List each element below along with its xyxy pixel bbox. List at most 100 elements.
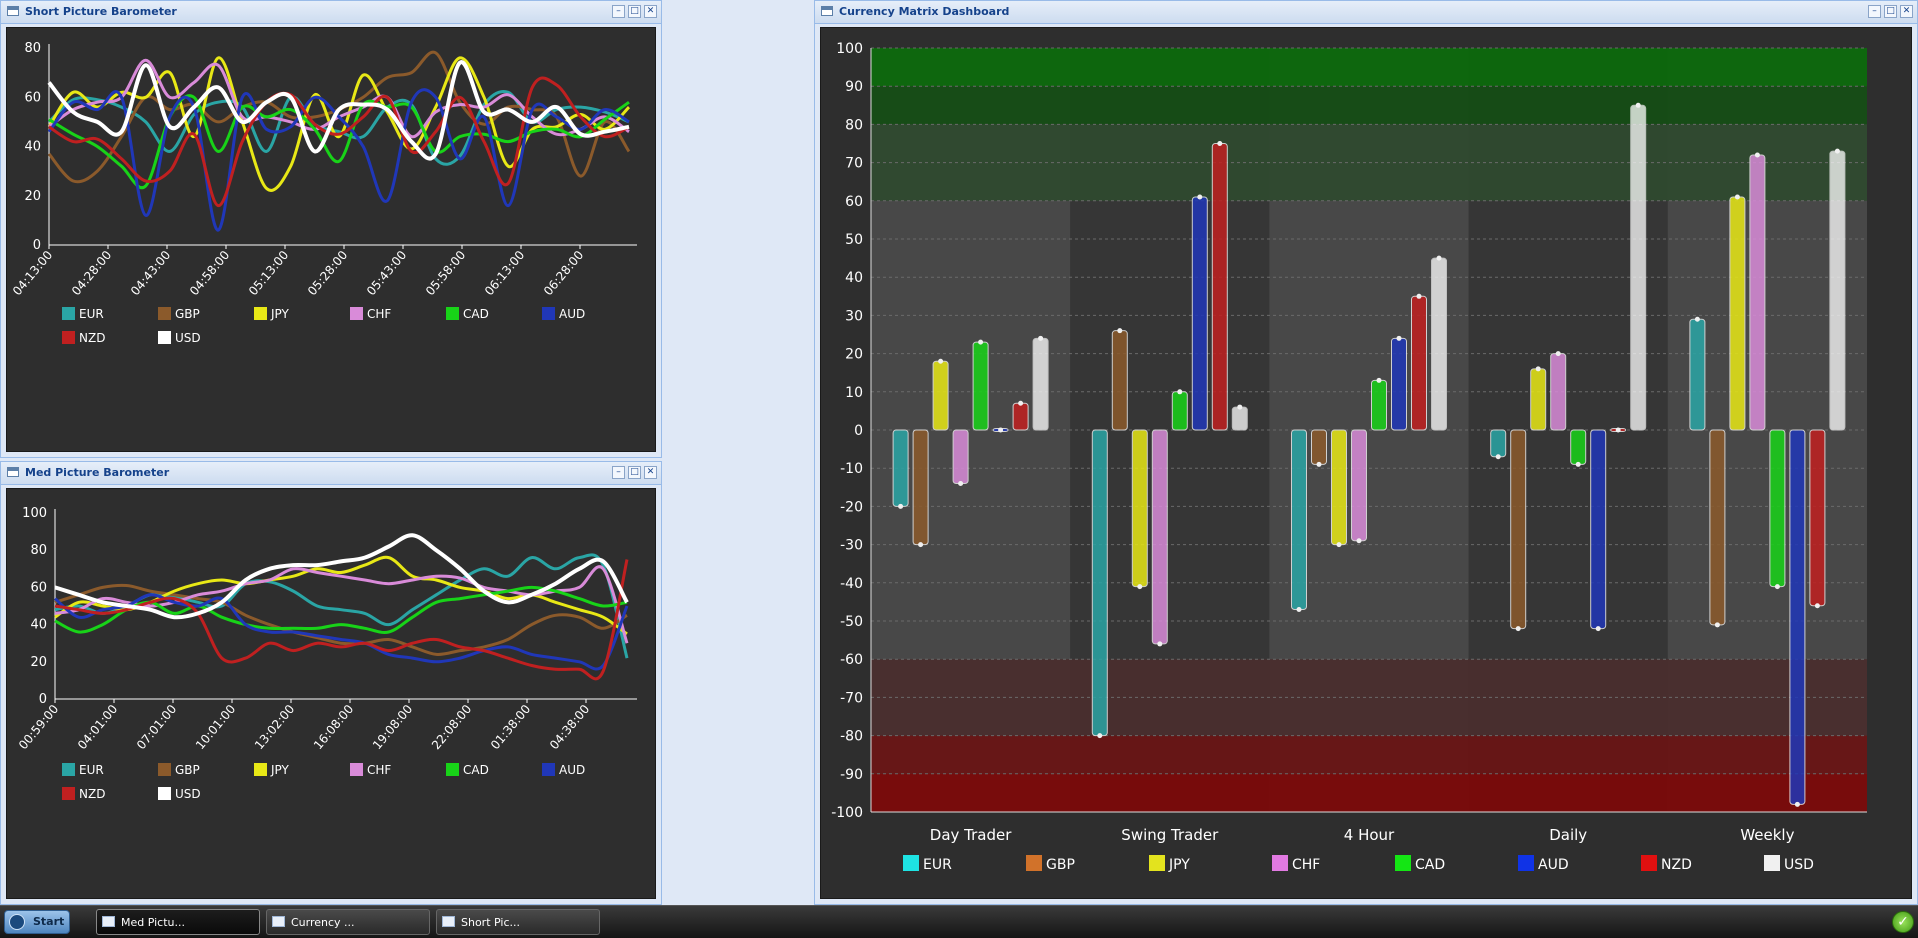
currency-matrix-window: Currency Matrix Dashboard – □ ✕ -100 -90-…	[814, 0, 1918, 905]
maximize-icon[interactable]: □	[628, 466, 641, 479]
bar-marker	[1097, 733, 1103, 739]
med-picture-chart: 0 20 40 60 80 100 00:59:00 04:01:00 07:01:00 10:0…	[16, 506, 637, 801]
y-tick-label: 0	[33, 238, 41, 253]
legend-label-cad: CAD	[463, 763, 489, 777]
bar-marker	[978, 339, 984, 345]
legend-swatch-cad	[446, 307, 459, 320]
bar-nzd	[1809, 429, 1826, 607]
power-icon	[9, 914, 25, 930]
x-tick-label: 04:01:00	[75, 702, 120, 752]
legend-swatch-gbp	[1026, 855, 1042, 871]
bar-marker	[998, 427, 1004, 433]
legend-swatch-nzd	[62, 787, 75, 800]
legend-swatch-gbp	[158, 763, 171, 776]
y-tick-label: 0	[39, 692, 47, 707]
close-icon[interactable]: ✕	[644, 466, 657, 479]
legend-swatch-jpy	[254, 307, 267, 320]
window-icon	[102, 916, 115, 927]
bar-eur	[1091, 429, 1108, 737]
bar-gbp	[1510, 429, 1527, 630]
legend-swatch-nzd	[1641, 855, 1657, 871]
legend-label-nzd: NZD	[1661, 857, 1692, 873]
legend-swatch-eur	[903, 855, 919, 871]
y-tick-label: 80	[845, 117, 863, 133]
x-tick-label: 06:13:00	[482, 248, 527, 298]
taskbar-item-short-picture[interactable]: Short Pic...	[436, 909, 600, 935]
bar-gbp	[1311, 429, 1327, 465]
bar-jpy	[1729, 196, 1746, 431]
y-tick-label: 80	[24, 41, 41, 56]
window-icon	[442, 916, 455, 927]
currency-matrix-titlebar[interactable]: Currency Matrix Dashboard – □ ✕	[815, 1, 1917, 24]
currency-matrix-body: -100 -90 -80 -70 -60 -50 -40 -30 -20 -10 0 10 20 30 40…	[820, 27, 1912, 899]
y-tick-label: 30	[845, 308, 863, 324]
bar-nzd	[1411, 295, 1427, 431]
status-ok-icon[interactable]: ✓	[1892, 911, 1914, 933]
y-tick-label: -70	[840, 690, 863, 706]
start-button[interactable]: Start	[4, 910, 70, 934]
close-icon[interactable]: ✕	[644, 5, 657, 18]
y-tick-label: 40	[30, 618, 47, 633]
bar-marker	[1356, 538, 1362, 544]
window-icon	[7, 467, 19, 477]
taskbar-item-med-picture[interactable]: Med Pictu...	[96, 909, 260, 935]
bar-marker	[1416, 293, 1422, 299]
taskbar-item-currency-matrix[interactable]: Currency ...	[266, 909, 430, 935]
minimize-icon[interactable]: –	[1868, 5, 1881, 18]
bar-marker	[898, 503, 904, 509]
med-picture-body: 0 20 40 60 80 100 00:59:00 04:01:00 07:01:00 10:0…	[6, 488, 656, 899]
med-picture-titlebar[interactable]: Med Picture Barometer – □ ✕	[1, 462, 661, 485]
window-icon	[272, 916, 285, 927]
legend-label-aud: AUD	[1538, 857, 1569, 873]
category-label: Swing Trader	[1121, 826, 1219, 844]
bar-marker	[1376, 377, 1382, 383]
bar-marker	[918, 542, 924, 548]
maximize-icon[interactable]: □	[628, 5, 641, 18]
bar-chf	[1151, 429, 1168, 645]
maximize-icon[interactable]: □	[1884, 5, 1897, 18]
legend-swatch-eur	[62, 307, 75, 320]
legend-label-cad: CAD	[463, 307, 489, 321]
legend-label-jpy: JPY	[1168, 857, 1190, 873]
currency-matrix-title: Currency Matrix Dashboard	[839, 5, 1010, 18]
y-tick-label: 10	[845, 385, 863, 401]
bar-marker	[1316, 461, 1322, 467]
minimize-icon[interactable]: –	[612, 5, 625, 18]
bar-marker	[1734, 194, 1740, 200]
y-tick-label: -90	[840, 767, 863, 783]
close-icon[interactable]: ✕	[1900, 5, 1913, 18]
x-tick-label: 04:43:00	[128, 248, 173, 298]
window-icon	[821, 6, 833, 16]
bar-marker	[1754, 152, 1760, 158]
short-picture-chart: 0 20 40 60 80 04:13:00 04:28:00 04:43:00 04:58:0…	[10, 41, 637, 345]
bar-nzd	[1012, 402, 1029, 431]
y-tick-label: -20	[840, 499, 863, 515]
legend-label-gbp: GBP	[1046, 857, 1075, 873]
minimize-icon[interactable]: –	[612, 466, 625, 479]
legend-swatch-usd	[158, 331, 171, 344]
y-tick-label: -10	[840, 461, 863, 477]
legend-swatch-jpy	[254, 763, 267, 776]
bar-cad	[1570, 429, 1587, 465]
legend-swatch-aud	[542, 307, 555, 320]
y-tick-label: 100	[22, 506, 47, 521]
bar-aud	[1391, 337, 1407, 431]
taskbar-item-label: Med Pictu...	[121, 916, 186, 929]
legend-label-usd: USD	[175, 787, 201, 801]
bar-marker	[1814, 603, 1820, 609]
x-tick-label: 13:02:00	[252, 702, 297, 752]
legend-swatch-chf	[1272, 855, 1288, 871]
series-line-eur	[47, 90, 630, 166]
bar-nzd	[1211, 143, 1228, 431]
bar-jpy	[932, 360, 949, 431]
bar-jpy	[1131, 429, 1148, 588]
bar-aud	[1590, 429, 1607, 630]
bar-chf	[1351, 429, 1367, 542]
zone-band	[871, 48, 1867, 87]
short-picture-titlebar[interactable]: Short Picture Barometer – □ ✕	[1, 1, 661, 24]
bar-marker	[1535, 366, 1541, 372]
bar-usd	[1630, 104, 1647, 431]
x-tick-label: 05:13:00	[246, 248, 291, 298]
y-tick-label: 60	[24, 90, 41, 105]
legend-label-chf: CHF	[1292, 857, 1320, 873]
